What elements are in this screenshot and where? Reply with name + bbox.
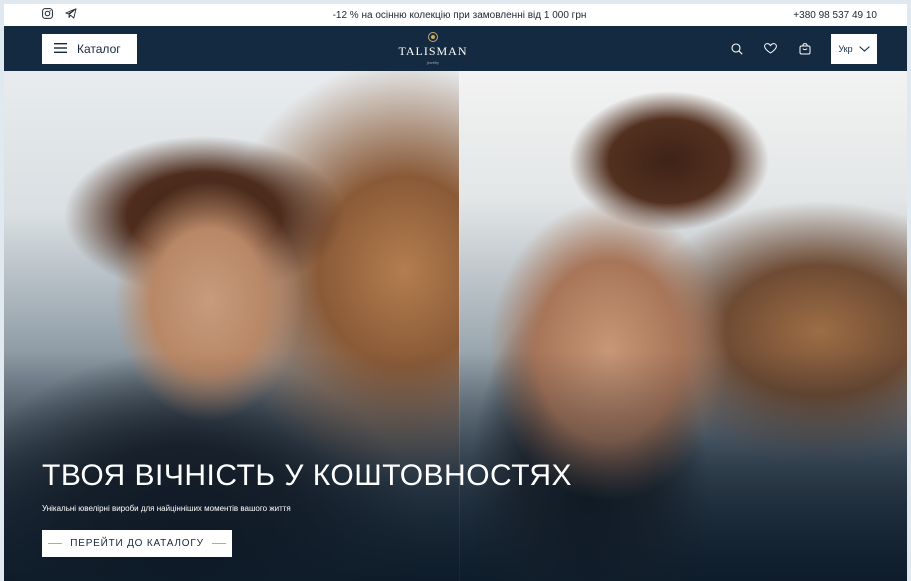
top-bar: -12 % на осінню колекцію при замовленні …	[4, 4, 907, 26]
hero-banner: ТВОЯ ВІЧНІСТЬ У КОШТОВНОСТЯХ Унікальні ю…	[4, 71, 907, 581]
logo-name: TALISMAN	[398, 44, 468, 58]
instagram-icon[interactable]	[42, 8, 53, 22]
main-header: Каталог TALISMAN jewelry Укр	[4, 26, 907, 71]
social-links	[42, 8, 162, 22]
menu-icon	[54, 42, 67, 56]
language-label: Укр	[838, 43, 853, 54]
heart-icon[interactable]	[763, 41, 779, 57]
catalog-button[interactable]: Каталог	[42, 33, 137, 64]
cta-right-line	[211, 543, 226, 544]
header-actions: Укр	[729, 33, 877, 64]
chevron-down-icon	[858, 44, 870, 54]
telegram-icon[interactable]	[65, 8, 77, 22]
catalog-label: Каталог	[77, 41, 121, 56]
bag-icon[interactable]	[797, 41, 813, 57]
cta-left-line	[48, 543, 63, 544]
cta-label: ПЕРЕЙТИ ДО КАТАЛОГУ	[70, 538, 204, 549]
logo-mark-icon	[427, 32, 438, 42]
logo[interactable]: TALISMAN jewelry	[398, 32, 467, 65]
logo-subtitle: jewelry	[426, 60, 439, 65]
hero-subtitle: Унікальні ювелірні вироби для найцінніши…	[42, 504, 291, 513]
phone-number[interactable]: +380 98 537 49 10	[757, 10, 877, 21]
hero-title: ТВОЯ ВІЧНІСТЬ У КОШТОВНОСТЯХ	[42, 459, 573, 492]
go-to-catalog-button[interactable]: ПЕРЕЙТИ ДО КАТАЛОГУ	[42, 530, 232, 557]
language-select[interactable]: Укр	[830, 33, 877, 64]
search-icon[interactable]	[729, 41, 745, 57]
promo-text: -12 % на осінню колекцію при замовленні …	[332, 9, 587, 21]
